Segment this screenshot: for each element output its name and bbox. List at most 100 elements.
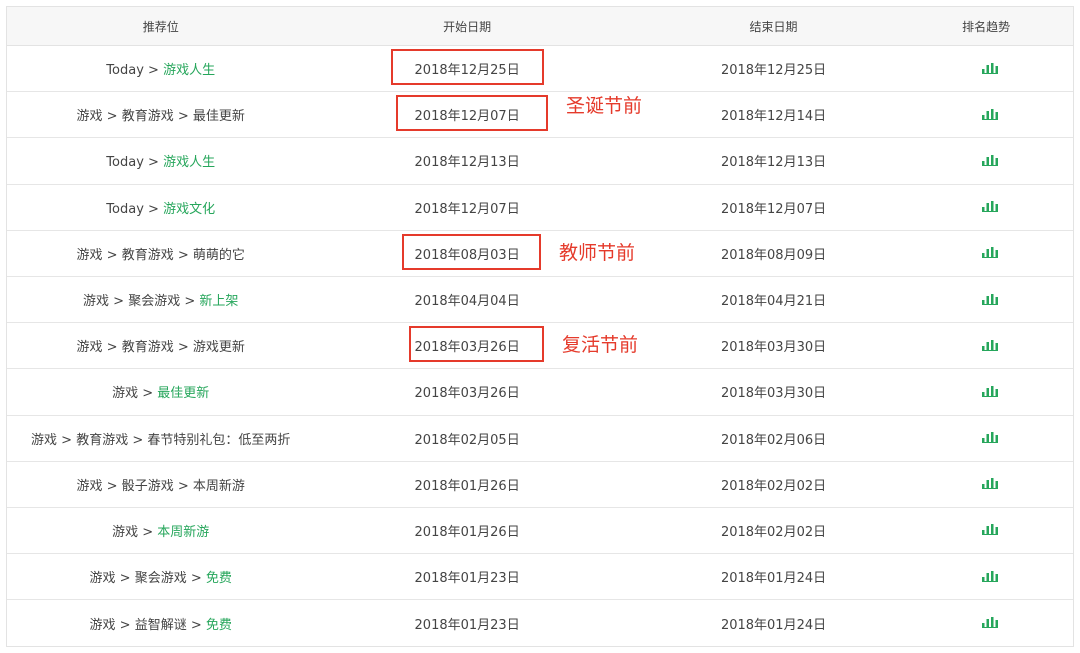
start-date: 2018年01月23日 [414, 617, 520, 633]
position-link[interactable]: 最佳更新 [157, 386, 209, 401]
end-date: 2018年01月24日 [720, 617, 827, 633]
table-header: 推荐位 开始日期 结束日期 排名趋势 [7, 7, 1073, 46]
bar-chart-icon[interactable] [982, 244, 999, 262]
annotation-label: 复活节前 [562, 334, 639, 357]
position-link[interactable]: 游戏人生 [163, 155, 215, 170]
table-row: Today > 游戏人生 2018年12月13日 2018年12月13日 [7, 138, 1073, 185]
position-link[interactable]: 新上架 [199, 294, 238, 309]
position-text: 游戏 > 教育游戏 > 春节特别礼包：低至两折 [31, 432, 291, 448]
bar-chart-icon[interactable] [982, 198, 999, 216]
bar-chart-icon[interactable] [982, 152, 999, 170]
position-text: 游戏 > 教育游戏 > 最佳更新 [76, 109, 245, 125]
trend-cell [927, 383, 1073, 401]
annotation-label: 圣诞节前 [566, 95, 643, 118]
start-date: 2018年02月05日 [414, 432, 520, 448]
start-date: 2018年01月26日 [414, 478, 520, 494]
position-path: 游戏 > 聚会游戏 > 免费 [7, 567, 314, 586]
position-text: Today [106, 63, 144, 79]
position-path: 游戏 > 教育游戏 > 春节特别礼包：低至两折 [7, 429, 314, 448]
trend-cell [927, 60, 1073, 78]
position-path: 游戏 > 本周新游 [7, 521, 314, 540]
position-text: > [143, 201, 164, 217]
position-path: 游戏 > 骰子游戏 > 本周新游 [7, 475, 314, 494]
position-link[interactable]: 免费 [206, 571, 232, 586]
position-path: Today > 游戏人生 [7, 151, 314, 170]
bar-chart-icon[interactable] [982, 521, 999, 539]
position-link[interactable]: 游戏人生 [163, 63, 215, 78]
position-path: 游戏 > 教育游戏 > 最佳更新 [7, 105, 314, 124]
bar-chart-icon[interactable] [982, 429, 999, 447]
start-date: 2018年03月26日 [414, 386, 520, 402]
end-date: 2018年12月25日 [720, 63, 827, 79]
table-row: Today > 游戏文化 2018年12月07日 2018年12月07日 [7, 185, 1073, 231]
table-row: 游戏 > 聚会游戏 > 免费 2018年01月23日 2018年01月24日 [7, 554, 1073, 601]
position-path: Today > 游戏人生 [7, 59, 314, 78]
trend-cell [927, 429, 1073, 447]
table-row: 游戏 > 聚会游戏 > 新上架 2018年04月04日 2018年04月21日 [7, 277, 1073, 324]
table-row: 游戏 > 益智解谜 > 免费 2018年01月23日 2018年01月24日 [7, 600, 1073, 646]
bar-chart-icon[interactable] [982, 291, 999, 309]
trend-cell [927, 291, 1073, 309]
annotation-box [391, 49, 544, 86]
position-text: 游戏 > 聚会游戏 > [83, 294, 200, 310]
position-path: 游戏 > 教育游戏 > 游戏更新 [7, 336, 314, 355]
end-date: 2018年03月30日 [720, 386, 827, 402]
start-date: 2018年01月26日 [414, 524, 520, 540]
bar-chart-icon[interactable] [982, 383, 999, 401]
bar-chart-icon[interactable] [982, 475, 999, 493]
trend-cell [927, 106, 1073, 124]
position-path: 游戏 > 益智解谜 > 免费 [7, 614, 314, 633]
start-date: 2018年12月07日 [414, 201, 520, 217]
annotation-box [396, 95, 548, 132]
bar-chart-icon[interactable] [982, 568, 999, 586]
trend-cell [927, 152, 1073, 170]
position-path: 游戏 > 最佳更新 [7, 382, 314, 401]
start-date: 2018年12月13日 [414, 155, 520, 171]
trend-cell [927, 475, 1073, 493]
annotation-label: 教师节前 [559, 241, 636, 264]
end-date: 2018年02月02日 [720, 478, 827, 494]
end-date: 2018年02月06日 [720, 432, 827, 448]
header-position: 推荐位 [142, 19, 179, 34]
table-row: 游戏 > 骰子游戏 > 本周新游 2018年01月26日 2018年02月02日 [7, 462, 1073, 508]
bar-chart-icon[interactable] [982, 60, 999, 78]
trend-cell [927, 521, 1073, 539]
position-text: 游戏 > 益智解谜 > [89, 617, 206, 633]
position-link[interactable]: 免费 [206, 618, 232, 633]
position-path: 游戏 > 教育游戏 > 萌萌的它 [7, 244, 314, 263]
trend-cell [927, 614, 1073, 632]
end-date: 2018年01月24日 [720, 571, 827, 587]
trend-cell [927, 198, 1073, 216]
position-path: 游戏 > 聚会游戏 > 新上架 [7, 290, 314, 309]
table-row: 游戏 > 教育游戏 > 春节特别礼包：低至两折 2018年02月05日 2018年0… [7, 416, 1073, 462]
bar-chart-icon[interactable] [982, 106, 999, 124]
start-date: 2018年01月23日 [414, 571, 520, 587]
position-text: Today [106, 201, 144, 217]
position-link[interactable]: 游戏文化 [163, 202, 215, 217]
end-date: 2018年12月07日 [720, 201, 827, 217]
end-date: 2018年03月30日 [720, 340, 827, 356]
position-path: Today > 游戏文化 [7, 198, 314, 217]
bar-chart-icon[interactable] [982, 337, 999, 355]
end-date: 2018年04月21日 [720, 294, 827, 310]
position-text: Today [106, 155, 144, 171]
end-date: 2018年08月09日 [720, 247, 827, 263]
annotation-box [402, 233, 541, 270]
trend-cell [927, 568, 1073, 586]
position-link[interactable]: 本周新游 [157, 525, 209, 540]
end-date: 2018年12月14日 [720, 109, 827, 125]
header-trend: 排名趋势 [962, 19, 1011, 34]
start-date: 2018年04月04日 [414, 294, 520, 310]
position-text: 游戏 > 聚会游戏 > [89, 571, 206, 587]
table-row: 游戏 > 最佳更新 2018年03月26日 2018年03月30日 [7, 369, 1073, 416]
end-date: 2018年02月02日 [720, 524, 827, 540]
position-text: > [143, 63, 164, 79]
bar-chart-icon[interactable] [982, 614, 999, 632]
position-text: 游戏 > 骰子游戏 > 本周新游 [76, 478, 245, 494]
end-date: 2018年12月13日 [720, 155, 827, 171]
trend-cell [927, 337, 1073, 355]
trend-cell [927, 244, 1073, 262]
position-text: > [143, 155, 164, 171]
table-row: 游戏 > 本周新游 2018年01月26日 2018年02月02日 [7, 508, 1073, 555]
position-text: 游戏 > 教育游戏 > 萌萌的它 [76, 247, 245, 263]
